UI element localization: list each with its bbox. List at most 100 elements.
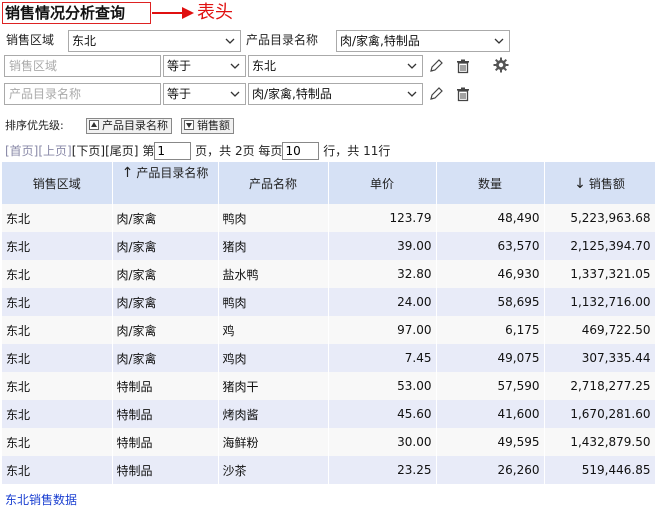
table-row: 东北 特制品 猪肉干 53.00 57,590 2,718,277.25 xyxy=(2,372,656,400)
table-cell: 东北 xyxy=(2,316,113,344)
column-header[interactable]: ↑ 产品目录名称 xyxy=(112,162,219,204)
chevron-down-icon xyxy=(407,63,417,69)
catalog-label: 产品目录名称 xyxy=(246,33,319,47)
column-header-label: 产品名称 xyxy=(249,177,297,191)
chevron-down-icon xyxy=(230,91,240,97)
table-row: 东北 肉/家禽鸡 97.00 6,175 469,722.50 xyxy=(2,316,656,344)
pencil-icon[interactable] xyxy=(428,86,444,102)
table-row: 东北 特制品 海鲜粉 30.00 49,595 1,432,879.50 xyxy=(2,428,656,456)
condition-field-input[interactable]: 销售区域 xyxy=(4,55,161,77)
condition-field-input[interactable]: 产品目录名称 xyxy=(4,83,161,105)
table-cell: 2,125,394.70 xyxy=(544,232,656,260)
chevron-down-icon xyxy=(230,63,240,69)
sort-desc-icon: ↓ xyxy=(574,175,586,192)
table-cell: 23.25 xyxy=(328,456,437,484)
last-page-link[interactable]: [尾页] xyxy=(105,144,138,158)
catalog-select[interactable]: 肉/家禽,特制品 xyxy=(336,30,510,52)
condition-operator-select[interactable]: 等于 xyxy=(163,83,246,105)
table-cell: 鸭肉 xyxy=(218,288,329,316)
table-cell: 49,595 xyxy=(436,428,545,456)
table-cell: 东北 xyxy=(2,344,113,372)
prev-page-link[interactable]: [上页] xyxy=(38,144,71,158)
column-header[interactable]: 数量 xyxy=(436,162,545,204)
table-cell: 猪肉干 xyxy=(218,372,329,400)
condition-operator-select[interactable]: 等于 xyxy=(163,55,246,77)
sort-asc-icon: ↑ xyxy=(121,165,134,181)
table-cell: 41,600 xyxy=(436,400,545,428)
table-cell: 53.00 xyxy=(328,372,437,400)
column-header-text: 数量 xyxy=(477,176,502,191)
table-cell: 东北 xyxy=(2,260,113,288)
operator-value: 等于 xyxy=(167,87,192,101)
footer-link[interactable]: 东北销售数据 xyxy=(5,491,77,508)
table-cell: 49,075 xyxy=(436,344,545,372)
gear-icon[interactable] xyxy=(493,57,509,73)
column-header[interactable]: 销售区域 xyxy=(2,162,113,204)
table-cell: 东北 xyxy=(2,456,113,484)
total-text: 行，共 11行 xyxy=(323,144,391,158)
sort-item-catalog[interactable]: 产品目录名称 xyxy=(86,118,172,134)
table-cell: 6,175 xyxy=(436,316,545,344)
column-header[interactable]: 产品名称 xyxy=(218,162,329,204)
table-cell: 东北 xyxy=(2,372,113,400)
table-cell: 48,490 xyxy=(436,204,545,232)
pencil-icon[interactable] xyxy=(428,58,444,74)
condition-value-select[interactable]: 肉/家禽,特制品 xyxy=(248,83,423,105)
table-cell: 鸡肉 xyxy=(218,344,329,372)
table-cell: 7.45 xyxy=(328,344,437,372)
column-header-text: 产品名称 xyxy=(248,176,297,191)
table-cell: 肉/家禽 xyxy=(112,232,219,260)
table-cell: 63,570 xyxy=(436,232,545,260)
table-cell: 5,223,963.68 xyxy=(544,204,656,232)
column-header[interactable]: 单价 xyxy=(328,162,437,204)
region-select[interactable]: 东北 xyxy=(68,30,241,52)
sort-down-icon xyxy=(184,120,194,130)
next-page-link[interactable]: [下页] xyxy=(72,144,105,158)
table-cell: 2,718,277.25 xyxy=(544,372,656,400)
condition-value-select[interactable]: 东北 xyxy=(248,55,423,77)
column-header-label: ↓ 销售额 xyxy=(574,175,625,192)
table-cell: 特制品 xyxy=(112,372,219,400)
trash-icon[interactable] xyxy=(455,58,471,74)
table-cell: 猪肉 xyxy=(218,232,329,260)
table-row: 东北 肉/家禽 猪肉 39.00 63,570 2,125,394.70 xyxy=(2,232,656,260)
column-header-text: 单价 xyxy=(369,176,394,191)
page-size-input[interactable] xyxy=(282,142,320,160)
table-cell: 39.00 xyxy=(328,232,437,260)
column-header-text: 产品目录名称 xyxy=(136,166,209,180)
table-cell: 东北 xyxy=(2,232,113,260)
page-prefix: 第 xyxy=(142,144,155,158)
page-number-input[interactable] xyxy=(154,142,192,160)
table-cell: 肉/家禽 xyxy=(112,260,219,288)
table-cell: 烤肉酱 xyxy=(218,400,329,428)
pager: [首页][上页][下页][尾页] 第 页，共 2页 每页 行，共 11行 xyxy=(5,142,390,160)
table-cell: 鸡 xyxy=(218,316,329,344)
column-header[interactable]: ↓ 销售额 xyxy=(544,162,656,204)
table-cell: 58,695 xyxy=(436,288,545,316)
table-cell: 盐水鸭 xyxy=(218,260,329,288)
table-row: 东北 特制品 烤肉酱 45.60 41,600 1,670,281.60 xyxy=(2,400,656,428)
first-page-link[interactable]: [首页] xyxy=(5,144,38,158)
table-cell: 26,260 xyxy=(436,456,545,484)
table-cell: 东北 xyxy=(2,428,113,456)
table-cell: 469,722.50 xyxy=(544,316,656,344)
table-cell: 1,132,716.00 xyxy=(544,288,656,316)
column-header-text: 销售区域 xyxy=(32,176,81,191)
sort-item-sales[interactable]: 销售额 xyxy=(181,118,234,134)
page-title: 销售情况分析查询 xyxy=(2,2,151,24)
trash-icon[interactable] xyxy=(455,86,471,102)
table-cell: 57,590 xyxy=(436,372,545,400)
table-cell: 肉/家禽 xyxy=(112,204,219,232)
table-row: 东北 特制品 沙茶 23.25 26,260 519,446.85 xyxy=(2,456,656,484)
column-header-label: 销售区域 xyxy=(33,177,81,191)
chevron-down-icon xyxy=(407,91,417,97)
sort-up-icon xyxy=(89,120,99,130)
sort-label: 排序优先级: xyxy=(5,119,64,132)
table-cell: 1,337,321.05 xyxy=(544,260,656,288)
table-row: 东北 肉/家禽 鸭肉 24.00 58,695 1,132,716.00 xyxy=(2,288,656,316)
table-header-row: 销售区域 ↑ 产品目录名称 产品名称 单价 数量 ↓ 销售额 xyxy=(2,162,656,204)
sort-item-label: 产品目录名称 xyxy=(102,119,168,132)
table-cell: 519,446.85 xyxy=(544,456,656,484)
table-row: 东北 肉/家禽 鸭肉 123.79 48,490 5,223,963.68 xyxy=(2,204,656,232)
table-cell: 鸭肉 xyxy=(218,204,329,232)
